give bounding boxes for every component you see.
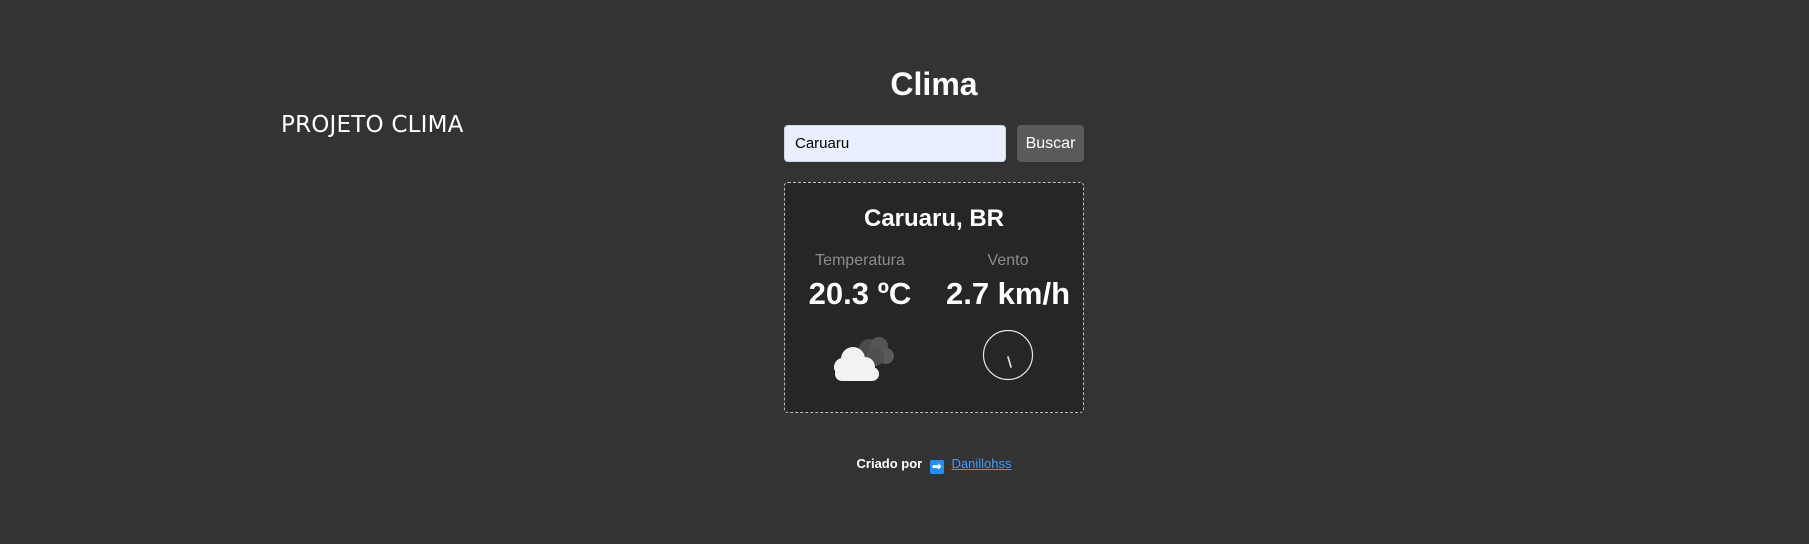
- wind-direction-icon: [982, 329, 1034, 381]
- temperature-section: Temperatura 20.3 ºC: [785, 251, 935, 311]
- side-title: PROJETO CLIMA: [281, 112, 464, 138]
- city-search-input[interactable]: [784, 125, 1006, 162]
- weather-card: Caruaru, BR Temperatura 20.3 ºC Vento 2.…: [784, 182, 1084, 413]
- cloud-icon: [834, 337, 894, 381]
- wind-value: 2.7 km/h: [945, 276, 1071, 311]
- footer-prefix: Criado por: [856, 456, 923, 471]
- footer: Criado por ➡ Danillohss: [0, 456, 1809, 474]
- search-button[interactable]: Buscar: [1017, 125, 1084, 162]
- wind-label: Vento: [987, 252, 1029, 269]
- city-name: Caruaru, BR: [863, 205, 1005, 232]
- author-link[interactable]: Danillohss: [952, 456, 1012, 471]
- temperature-value: 20.3 ºC: [808, 276, 912, 311]
- arrow-right-icon: ➡: [929, 460, 944, 474]
- wind-section: Vento 2.7 km/h: [933, 251, 1083, 311]
- temperature-label: Temperatura: [815, 252, 905, 269]
- page-title: Clima: [890, 66, 978, 102]
